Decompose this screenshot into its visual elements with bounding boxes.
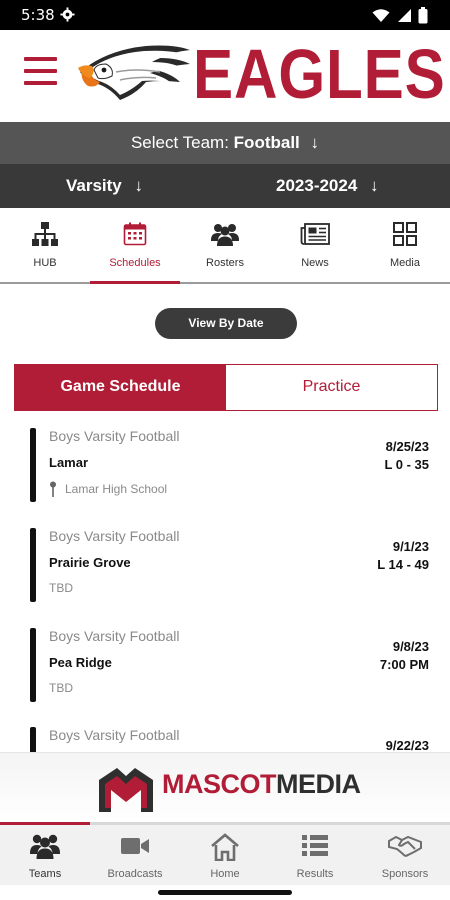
newspaper-icon xyxy=(300,223,330,245)
game-date: 9/1/23 xyxy=(392,539,429,554)
game-row[interactable]: Boys Varsity Football 9/22/23 xyxy=(0,727,450,752)
nav-home-label: Home xyxy=(210,868,240,880)
game-league: Boys Varsity Football xyxy=(49,727,180,743)
level-season-bar: Varsity ↓ 2023-2024 ↓ xyxy=(0,164,450,208)
group-icon xyxy=(211,224,239,246)
nav-teams[interactable]: Teams xyxy=(0,825,90,885)
nav-results[interactable]: Results xyxy=(270,825,360,885)
arrow-down-icon: ↓ xyxy=(134,176,144,195)
sponsor-name-part2: MEDIA xyxy=(276,769,361,799)
schedule-type-toggle: Game Schedule Practice xyxy=(14,364,438,411)
nav-home[interactable]: Home xyxy=(180,825,270,885)
nav-results-label: Results xyxy=(296,868,334,880)
game-result: L 14 - 49 xyxy=(377,557,429,572)
tab-hub[interactable]: HUB xyxy=(0,208,90,282)
game-result: L 0 - 35 xyxy=(384,457,429,472)
status-time: 5:38 xyxy=(21,6,55,24)
wifi-icon xyxy=(372,8,390,22)
arrow-down-icon: ↓ xyxy=(310,133,320,152)
game-row-bar xyxy=(30,628,36,702)
game-league: Boys Varsity Football xyxy=(49,628,180,644)
game-location-text: Lamar High School xyxy=(65,482,168,496)
hub-icon xyxy=(32,222,58,246)
view-by-date-button[interactable]: View By Date xyxy=(155,308,297,339)
battery-icon xyxy=(418,7,428,24)
tab-schedules[interactable]: Schedules xyxy=(90,208,180,284)
sponsor-name: MASCOTMEDIA xyxy=(162,769,361,800)
list-icon xyxy=(302,835,328,856)
game-date: 8/25/23 xyxy=(385,439,429,454)
game-location: Lamar High School xyxy=(49,481,167,497)
game-schedule-tab[interactable]: Game Schedule xyxy=(15,365,226,410)
game-location-text: TBD xyxy=(49,581,73,595)
season-value: 2023-2024 xyxy=(276,176,358,195)
tab-media[interactable]: Media xyxy=(360,208,450,282)
game-row-bar xyxy=(30,727,36,752)
game-opponent: Pea Ridge xyxy=(49,655,112,670)
nav-sponsors-label: Sponsors xyxy=(381,868,429,880)
status-icons xyxy=(372,7,428,24)
season-dropdown[interactable]: 2023-2024 ↓ xyxy=(276,164,379,208)
level-value: Varsity xyxy=(66,176,122,195)
tab-rosters[interactable]: Rosters xyxy=(180,208,270,282)
bottom-navigation: Teams Broadcasts Home Results Sponsors xyxy=(0,825,450,885)
game-date: 9/8/23 xyxy=(392,639,429,654)
eagle-logo-icon xyxy=(78,45,190,100)
tab-news-label: News xyxy=(301,257,329,269)
mascot-media-logo-icon xyxy=(99,768,153,812)
game-row-bar xyxy=(30,528,36,602)
settings-gear-icon xyxy=(60,7,75,27)
game-row[interactable]: Boys Varsity Football Lamar Lamar High S… xyxy=(0,428,450,518)
tab-schedules-label: Schedules xyxy=(109,257,161,269)
signal-icon xyxy=(398,9,411,22)
app-title: EAGLES xyxy=(193,35,446,113)
gesture-bar xyxy=(0,885,450,900)
video-camera-icon xyxy=(121,838,149,854)
app-header: EAGLES xyxy=(0,30,450,122)
arrow-down-icon: ↓ xyxy=(370,176,379,195)
nav-broadcasts[interactable]: Broadcasts xyxy=(90,825,180,885)
map-pin-icon xyxy=(50,481,56,497)
teams-icon xyxy=(30,834,60,859)
nav-sponsors[interactable]: Sponsors xyxy=(360,825,450,885)
sponsor-name-part1: MASCOT xyxy=(162,769,277,799)
game-row-bar xyxy=(30,428,36,502)
select-team-label: Select Team: xyxy=(130,133,229,152)
game-opponent: Lamar xyxy=(49,455,89,470)
home-indicator[interactable] xyxy=(158,890,292,895)
grid-icon xyxy=(393,222,417,246)
tab-media-label: Media xyxy=(390,257,420,269)
sponsor-banner[interactable]: MASCOTMEDIA xyxy=(0,752,450,822)
game-location-text: TBD xyxy=(49,681,73,695)
tab-news[interactable]: News xyxy=(270,208,360,282)
game-date: 9/22/23 xyxy=(385,738,429,752)
game-result: 7:00 PM xyxy=(379,657,429,672)
nav-broadcasts-label: Broadcasts xyxy=(107,868,163,880)
hamburger-menu-icon[interactable] xyxy=(24,57,57,87)
practice-tab[interactable]: Practice xyxy=(226,365,437,410)
section-tabs: HUB Schedules Rosters News Media xyxy=(0,208,450,284)
handshake-icon xyxy=(388,835,422,857)
game-location: TBD xyxy=(49,581,73,595)
game-league: Boys Varsity Football xyxy=(49,428,180,444)
nav-teams-label: Teams xyxy=(28,868,62,880)
game-location: TBD xyxy=(49,681,73,695)
game-row[interactable]: Boys Varsity Football Pea Ridge TBD 9/8/… xyxy=(0,628,450,718)
game-row[interactable]: Boys Varsity Football Prairie Grove TBD … xyxy=(0,528,450,618)
tab-hub-label: HUB xyxy=(33,257,57,269)
calendar-icon xyxy=(123,222,147,246)
game-league: Boys Varsity Football xyxy=(49,528,180,544)
status-bar: 5:38 xyxy=(0,0,450,30)
game-opponent: Prairie Grove xyxy=(49,555,131,570)
level-dropdown[interactable]: Varsity ↓ xyxy=(66,164,143,208)
home-icon xyxy=(211,833,239,861)
tab-rosters-label: Rosters xyxy=(206,257,244,269)
select-team-dropdown[interactable]: Select Team: Football ↓ xyxy=(0,122,450,164)
selected-team: Football xyxy=(233,133,300,152)
